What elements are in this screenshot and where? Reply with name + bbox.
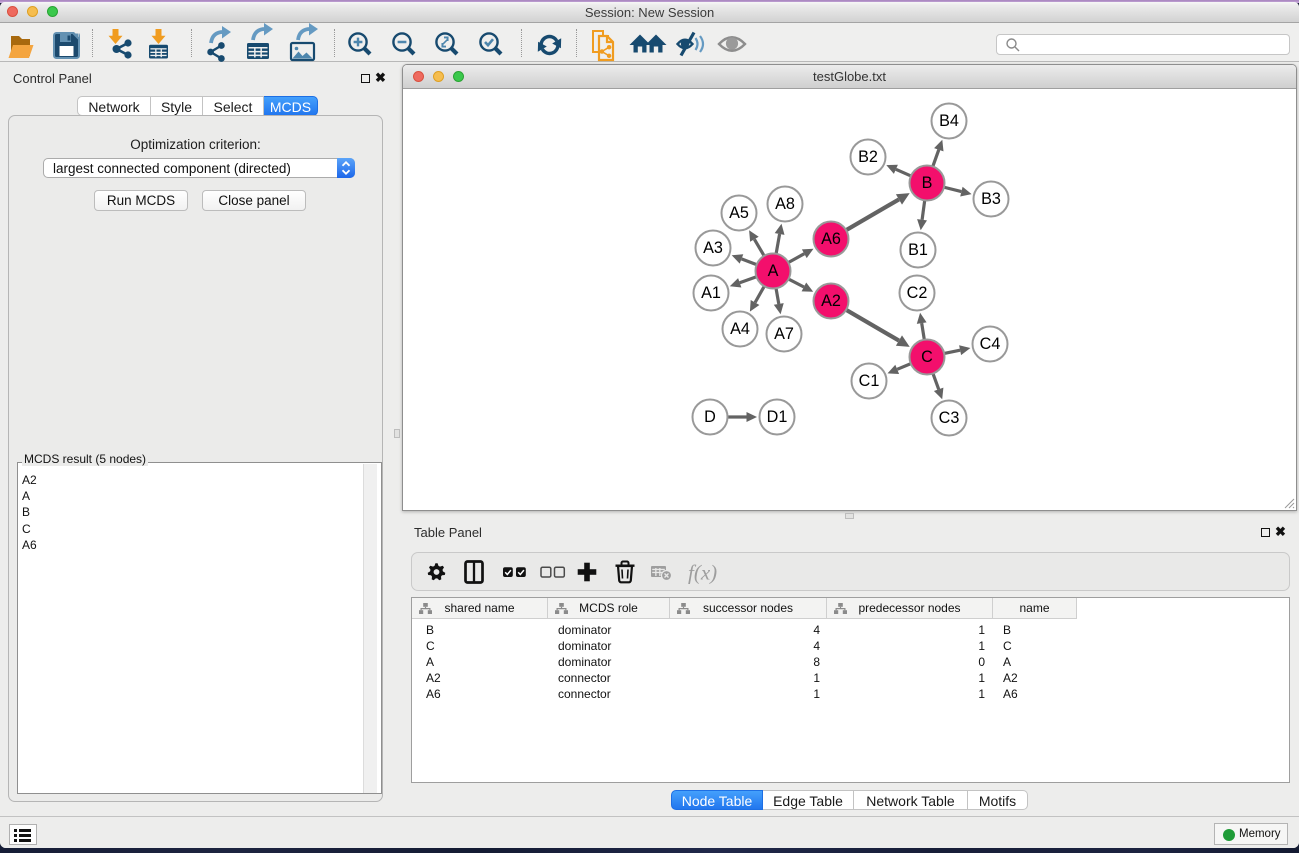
svg-text:B: B — [922, 174, 933, 192]
svg-text:A2: A2 — [821, 292, 841, 310]
svg-text:A1: A1 — [701, 284, 721, 302]
svg-text:D: D — [704, 408, 716, 426]
svg-text:B2: B2 — [858, 148, 878, 166]
svg-text:A4: A4 — [730, 320, 750, 338]
svg-text:C2: C2 — [907, 284, 928, 302]
svg-text:C1: C1 — [859, 372, 880, 390]
svg-text:D1: D1 — [767, 408, 788, 426]
svg-text:A3: A3 — [703, 239, 723, 257]
svg-text:C3: C3 — [939, 409, 960, 427]
svg-text:A7: A7 — [774, 325, 794, 343]
svg-text:C: C — [921, 348, 933, 366]
svg-text:A5: A5 — [729, 204, 749, 222]
svg-text:f(x): f(x) — [688, 561, 717, 585]
svg-text:A6: A6 — [821, 230, 841, 248]
svg-text:B4: B4 — [939, 112, 959, 130]
svg-text:B1: B1 — [908, 241, 928, 259]
svg-text:C4: C4 — [980, 335, 1001, 353]
svg-text:A: A — [768, 262, 779, 280]
svg-text:A8: A8 — [775, 195, 795, 213]
svg-text:B3: B3 — [981, 190, 1001, 208]
